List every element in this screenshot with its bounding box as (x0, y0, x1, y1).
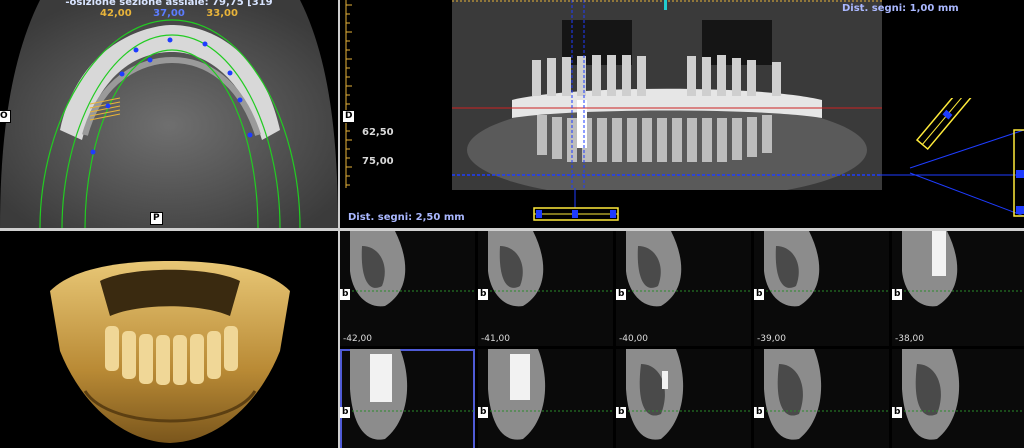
side-marker: b (478, 407, 489, 418)
cross-section-slice[interactable]: b (616, 349, 751, 448)
pano-orientation-marker: D (342, 110, 356, 123)
slice-image (892, 231, 1024, 307)
orientation-marker-left: O (0, 110, 11, 123)
cross-section-slice[interactable]: b (478, 349, 613, 448)
slice-image (616, 349, 751, 440)
slice-image (892, 349, 1024, 440)
slice-position: -41,00 (481, 334, 511, 344)
slice-image (754, 349, 889, 440)
pane-divider-vertical[interactable] (338, 0, 340, 448)
panoramic-view[interactable]: D 62,50 75,00 Dist. segni: 1,00 mm Dist.… (340, 0, 1024, 228)
slice-position: -40,00 (619, 334, 649, 344)
slice-position: -39,00 (757, 334, 787, 344)
tick-distance-bottom: Dist. segni: 2,50 mm (348, 212, 465, 223)
cross-section-slice[interactable]: b (754, 349, 889, 448)
side-marker: b (892, 407, 903, 418)
axial-value-1: 42,00 (100, 8, 132, 19)
cross-section-slice[interactable]: b (892, 349, 1024, 448)
panoramic-scan-image (452, 0, 882, 190)
slice-image (754, 231, 889, 307)
cross-section-slice[interactable]: b -41,00 (478, 231, 613, 346)
cross-section-grid[interactable]: b -42,00 b -41,00 b -40,00 b -39,00 b -3… (340, 231, 1024, 448)
side-marker: b (340, 407, 351, 418)
slice-image (478, 349, 613, 440)
side-marker: b (754, 407, 765, 418)
side-marker: b (754, 289, 765, 300)
axial-value-2: 37,00 (153, 8, 185, 19)
axial-view[interactable]: -osizione sezione assiale: 79,75 [319 42… (0, 0, 338, 228)
ruler-label-1: 62,50 (362, 127, 394, 138)
cross-section-slice[interactable]: b -40,00 (616, 231, 751, 346)
slice-image (616, 231, 751, 307)
pane-divider-horizontal[interactable] (0, 228, 1024, 231)
volume-render-view[interactable] (0, 231, 338, 448)
side-marker: b (616, 289, 627, 300)
slice-spacing-scale (533, 188, 619, 221)
axial-position-label: -osizione sezione assiale: 79,75 [319 (65, 0, 273, 8)
axial-values: 42,00 37,00 33,00 (0, 8, 338, 19)
side-marker: b (340, 289, 351, 300)
orientation-marker-posterior: P (150, 212, 163, 225)
tick-distance-top: Dist. segni: 1,00 mm (842, 3, 959, 14)
side-marker: b (616, 407, 627, 418)
side-marker: b (892, 289, 903, 300)
cross-section-slice[interactable]: b -42,00 (340, 231, 475, 346)
cross-section-slice-selected[interactable]: b (340, 349, 475, 448)
slice-image (478, 231, 613, 307)
ruler-label-2: 75,00 (362, 156, 394, 167)
cross-section-slice[interactable]: b -38,00 (892, 231, 1024, 346)
side-marker: b (478, 289, 489, 300)
3d-jaw-render (50, 261, 290, 443)
slice-image (340, 349, 475, 440)
slice-position: -38,00 (895, 334, 925, 344)
slice-position: -42,00 (343, 334, 373, 344)
cross-section-indicator (880, 98, 1024, 217)
axial-scan-image (0, 0, 338, 228)
axial-value-3: 33,00 (206, 8, 238, 19)
slice-image (340, 231, 475, 307)
cross-section-slice[interactable]: b -39,00 (754, 231, 889, 346)
